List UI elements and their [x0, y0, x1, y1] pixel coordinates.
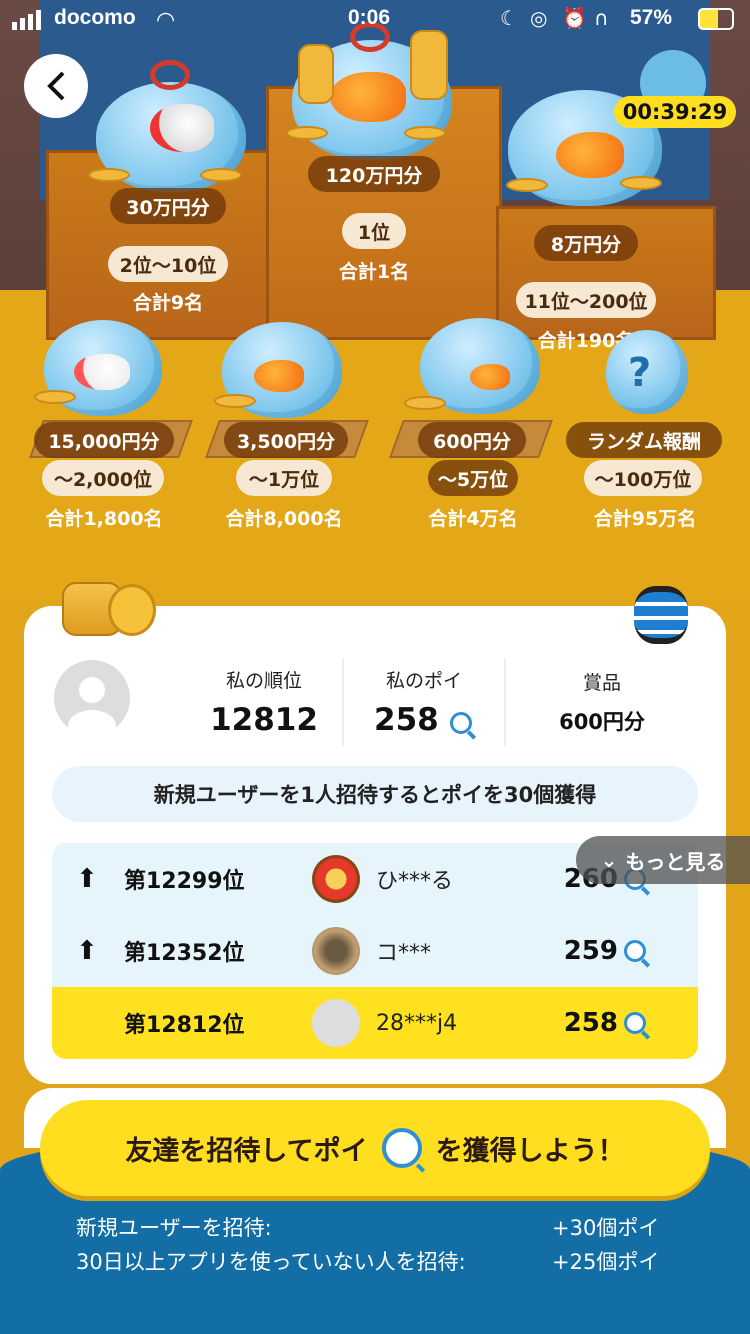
my-rank-label: 私の順位 [225, 670, 302, 692]
lock-rotation-icon: ◎ [530, 6, 548, 30]
reward-label: 30日以上アプリを使っていない人を招待: [76, 1250, 466, 1274]
moon-icon: ☾ [500, 6, 518, 30]
prize-amount: 15,000円分 [34, 422, 174, 458]
cta-text-right: を獲得しよう！ [435, 1135, 625, 1167]
coin-icon [88, 168, 130, 182]
points-value: 258 [563, 1008, 618, 1038]
headphones-icon: ∩ [594, 6, 609, 30]
prize-amount: 8万円分 [534, 225, 638, 261]
prize-amount: 3,500円分 [224, 422, 348, 458]
prize-total: 合計1,800名 [45, 508, 163, 530]
goldfish-icon [330, 72, 406, 122]
row-points: 258 [564, 1008, 646, 1038]
avatar [312, 855, 360, 903]
coin-icon [286, 126, 328, 140]
avatar [312, 927, 360, 975]
row-points: 259 [564, 936, 646, 966]
alarm-icon: ⏰ [562, 6, 587, 30]
invite-friends-button[interactable]: 友達を招待してポイ を獲得しよう！ [40, 1100, 710, 1196]
carrier-name: docomo [54, 6, 136, 29]
invite-banner[interactable]: 新規ユーザーを1人招待するとポイを30個獲得 [52, 766, 698, 822]
reward-label: 新規ユーザーを招待: [76, 1216, 272, 1240]
my-poi-value: 258 [374, 702, 439, 738]
prize-rank: 2位〜10位 [108, 246, 228, 282]
prize-amount: 600円分 [418, 422, 526, 458]
coin-icon [200, 168, 242, 182]
poi-icon [624, 940, 646, 962]
goldfish-icon [150, 104, 214, 152]
divider [504, 658, 506, 746]
question-icon: ? [628, 350, 652, 396]
chevron-left-icon [47, 71, 65, 101]
clock: 0:06 [348, 6, 391, 29]
battery-percent: 57% [630, 6, 673, 29]
prize-rank: 〜5万位 [428, 460, 518, 496]
prize-rank: 1位 [342, 213, 406, 249]
ribbon-icon [150, 60, 190, 90]
row-username: 28***j4 [376, 1010, 458, 1036]
prize-value: 600円分 [559, 710, 645, 734]
prize-rank: 〜1万位 [236, 460, 332, 496]
goldfish-icon [254, 360, 304, 392]
row-rank: 第12352位 [124, 941, 245, 966]
goldfish-icon [470, 364, 510, 390]
chevron-down-icon: ⌄ [600, 848, 618, 872]
row-rank: 第12812位 [124, 1013, 245, 1038]
prize-total: 合計95万名 [593, 508, 697, 530]
coin-icon [214, 394, 256, 408]
back-button[interactable] [24, 54, 88, 118]
coin-icon [620, 176, 662, 190]
prize-rank: 〜2,000位 [42, 460, 164, 496]
prize-amount: ランダム報酬 [566, 422, 722, 458]
poi-icon [381, 1128, 422, 1168]
prize-total: 合計8,000名 [225, 508, 343, 530]
see-more-label: もっと見る [625, 849, 726, 874]
row-username: コ*** [376, 941, 432, 966]
coin-icon [404, 396, 446, 410]
coin-stack-icon [298, 44, 334, 104]
avatar [312, 999, 360, 1047]
battery-icon [698, 8, 734, 30]
prize-amount: 30万円分 [110, 188, 226, 224]
ranking-row-self: 第12812位 28***j4 258 [52, 987, 698, 1059]
arrow-up-icon: ⬆ [76, 936, 98, 966]
cta-text-left: 友達を招待してポイ [125, 1135, 368, 1167]
prize-total: 合計4万名 [428, 508, 518, 530]
reward-value: +30個ポイ [552, 1216, 660, 1240]
see-more-button[interactable]: ⌄ もっと見る [576, 836, 750, 884]
coin-icon [506, 178, 548, 192]
my-poi-label: 私のポイ [385, 670, 462, 692]
lantern-icon [634, 586, 688, 644]
my-rank-value: 12812 [210, 702, 318, 738]
coin-icon [108, 584, 156, 636]
prize-total: 合計1名 [338, 261, 410, 283]
points-value: 259 [563, 936, 618, 966]
signal-icon [12, 10, 48, 30]
prize-total: 合計9名 [132, 292, 204, 314]
prize-rank: 11位〜200位 [516, 282, 656, 318]
goldfish-icon [556, 132, 624, 178]
goldfish-icon [74, 354, 130, 390]
wifi-icon: ◠ [156, 8, 176, 33]
countdown-timer: 00:39:29 [614, 96, 736, 128]
prize-scene: 120万円分 1位 合計1名 30万円分 2位〜10位 合計9名 8万円分 11… [0, 0, 750, 600]
coin-icon [34, 390, 76, 404]
reward-value: +25個ポイ [552, 1250, 660, 1274]
poi-icon [450, 712, 472, 734]
poi-icon [624, 1012, 646, 1034]
prize-label: 賞品 [582, 672, 621, 694]
coin-stack-icon [410, 30, 448, 100]
ranking-row: ⬆ 第12352位 コ*** 259 [52, 915, 698, 987]
prize-rank: 〜100万位 [584, 460, 702, 496]
row-username: ひ***る [376, 869, 454, 894]
prize-amount: 120万円分 [308, 156, 440, 192]
avatar [54, 660, 130, 742]
arrow-up-icon: ⬆ [76, 864, 98, 894]
row-rank: 第12299位 [124, 869, 245, 894]
coin-icon [404, 126, 446, 140]
